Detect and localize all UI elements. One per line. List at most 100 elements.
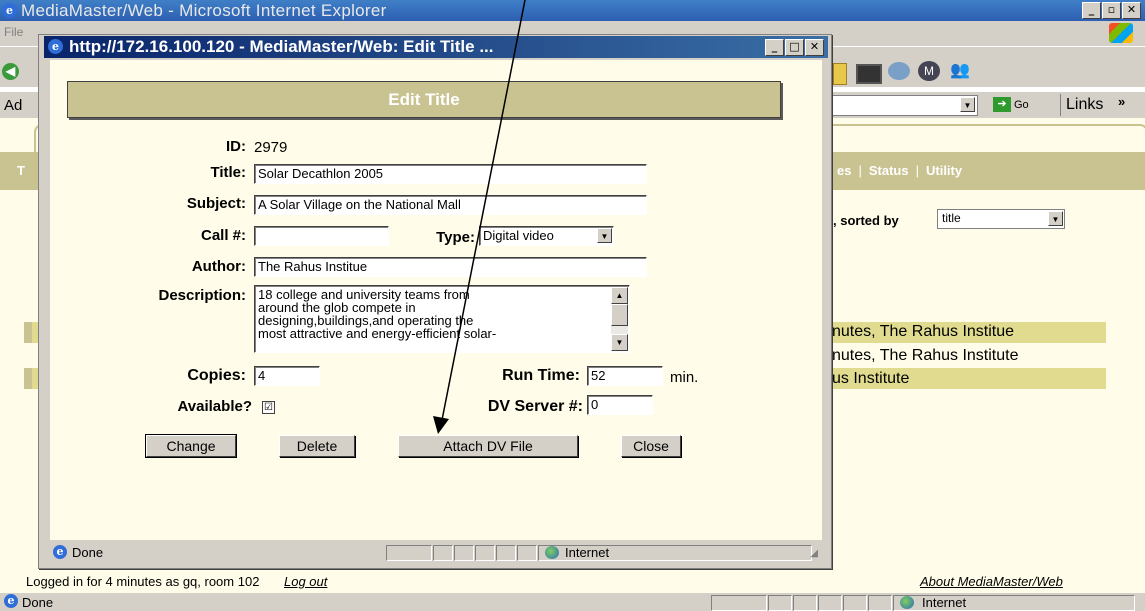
address-label: Ad: [4, 97, 23, 114]
page-done-icon: e: [4, 594, 18, 608]
nav-item-status[interactable]: Status: [869, 163, 909, 178]
close-button[interactable]: Close: [621, 435, 681, 457]
menu-file[interactable]: File: [4, 25, 23, 39]
result-row-author[interactable]: nutes, The Rahus Institue: [832, 323, 1014, 341]
description-line: most attractive and energy-efficient sol…: [258, 326, 497, 341]
nav-links: es | Status | Utility: [837, 152, 962, 190]
go-arrow-icon[interactable]: ➔: [993, 97, 1011, 112]
logout-link[interactable]: Log out: [284, 574, 327, 589]
copies-input[interactable]: 4: [254, 366, 320, 386]
author-input[interactable]: The Rahus Institue: [254, 257, 647, 277]
status-panel: [475, 545, 495, 561]
row-marker: [24, 368, 32, 389]
copies-label: Copies:: [187, 367, 246, 384]
status-panel: [711, 595, 767, 611]
sort-select[interactable]: title ▼: [937, 209, 1065, 229]
chevron-down-icon[interactable]: ▼: [1048, 211, 1063, 226]
address-dropdown-icon[interactable]: ▼: [960, 97, 975, 112]
description-scrollbar[interactable]: ▲ ▼: [611, 287, 628, 351]
title-label: Title:: [210, 164, 246, 181]
popup-window-title: http://172.16.100.120 - MediaMaster/Web:…: [69, 37, 494, 56]
change-button[interactable]: Change: [145, 434, 237, 458]
minimize-icon[interactable]: _: [765, 39, 784, 56]
status-panel: [868, 595, 892, 611]
maximize-icon[interactable]: □: [785, 39, 804, 56]
media-player-icon[interactable]: M: [918, 61, 940, 81]
description-textarea[interactable]: 18 college and university teams from aro…: [254, 285, 630, 353]
scroll-thumb[interactable]: [611, 304, 628, 326]
type-select[interactable]: Digital video ▼: [479, 226, 614, 246]
delete-button[interactable]: Delete: [279, 435, 355, 457]
minimize-icon[interactable]: _: [1082, 2, 1101, 19]
sorted-by-label: , sorted by: [833, 213, 899, 228]
outer-status-zone: Internet: [922, 595, 967, 610]
nav-separator: |: [915, 163, 919, 178]
subject-label: Subject:: [186, 195, 246, 212]
links-button[interactable]: Links: [1066, 96, 1103, 114]
call-number-label: Call #:: [200, 227, 246, 244]
id-value: 2979: [254, 139, 288, 156]
page-done-icon: e: [53, 545, 67, 559]
dv-server-input[interactable]: 0: [587, 395, 653, 415]
page-footer: Logged in for 4 minutes as gq, room 102 …: [0, 571, 1145, 593]
outer-window-controls: _ ▫ ✕: [1082, 2, 1141, 19]
run-time-label: Run Time:: [502, 367, 580, 384]
nav-item-utility[interactable]: Utility: [926, 163, 962, 178]
windows-flag-icon: [1109, 23, 1133, 43]
popup-status-text: Done: [72, 545, 104, 560]
type-label: Type:: [436, 229, 475, 246]
media-icon[interactable]: [856, 64, 882, 84]
back-icon[interactable]: ◀: [2, 63, 19, 80]
outer-status-bar: e Done Internet: [0, 593, 1145, 611]
sort-select-value: title: [942, 211, 961, 225]
status-panel: [768, 595, 792, 611]
ie-logo-icon: e: [2, 3, 17, 18]
chevron-right-icon[interactable]: »: [1118, 94, 1125, 109]
messenger-icon[interactable]: [888, 62, 910, 80]
type-select-value: Digital video: [483, 228, 554, 243]
result-row-author[interactable]: nutes, The Rahus Institute: [832, 347, 1018, 365]
folder-icon[interactable]: [833, 63, 847, 85]
outer-title-bar[interactable]: e MediaMaster/Web - Microsoft Internet E…: [0, 0, 1145, 21]
subject-input[interactable]: A Solar Village on the National Mall: [254, 195, 647, 215]
close-icon[interactable]: ✕: [805, 39, 824, 56]
attach-dv-file-button[interactable]: Attach DV File: [398, 435, 578, 457]
title-input[interactable]: Solar Decathlon 2005: [254, 164, 647, 184]
dv-server-label: DV Server #:: [487, 398, 583, 415]
popup-title-bar[interactable]: e http://172.16.100.120 - MediaMaster/We…: [44, 36, 828, 58]
go-button[interactable]: Go: [1014, 99, 1029, 111]
people-icon[interactable]: 👥: [950, 61, 972, 81]
popup-status-zone: Internet: [565, 545, 610, 560]
globe-icon: [900, 596, 914, 609]
description-label: Description:: [158, 287, 246, 304]
status-zone-panel: Internet: [538, 545, 812, 561]
address-input[interactable]: ▼: [820, 95, 978, 116]
outer-status-text: Done: [22, 595, 54, 610]
run-time-unit: min.: [670, 369, 699, 386]
logged-in-text: Logged in for 4 minutes as gq, room 102: [26, 574, 260, 589]
scroll-up-icon[interactable]: ▲: [611, 287, 628, 304]
close-icon[interactable]: ✕: [1122, 2, 1141, 19]
edit-title-header: Edit Title: [67, 81, 781, 118]
maximize-icon[interactable]: ▫: [1102, 2, 1121, 19]
ie-logo-icon: e: [48, 39, 63, 54]
popup-window-controls: _ □ ✕: [765, 39, 824, 56]
about-link[interactable]: About MediaMaster/Web: [920, 574, 1063, 589]
popup-status-bar: e Done Internet ◢: [48, 542, 824, 562]
result-row-author[interactable]: us Institute: [832, 370, 909, 388]
status-panel: [843, 595, 867, 611]
call-number-input[interactable]: [254, 226, 389, 246]
chevron-down-icon[interactable]: ▼: [597, 228, 612, 243]
available-checkbox[interactable]: ☑: [262, 401, 275, 414]
run-time-input[interactable]: 52: [587, 366, 663, 386]
resize-grip-icon[interactable]: ◢: [810, 548, 818, 559]
author-label: Author:: [191, 258, 246, 275]
row-marker: [24, 322, 32, 343]
scroll-down-icon[interactable]: ▼: [611, 334, 628, 351]
nav-separator: |: [858, 163, 862, 178]
nav-item-partial[interactable]: es: [837, 163, 851, 178]
available-label: Available?: [177, 398, 252, 415]
nav-item-partial-left[interactable]: T: [17, 152, 25, 190]
status-panel: [496, 545, 516, 561]
status-panel: [454, 545, 474, 561]
